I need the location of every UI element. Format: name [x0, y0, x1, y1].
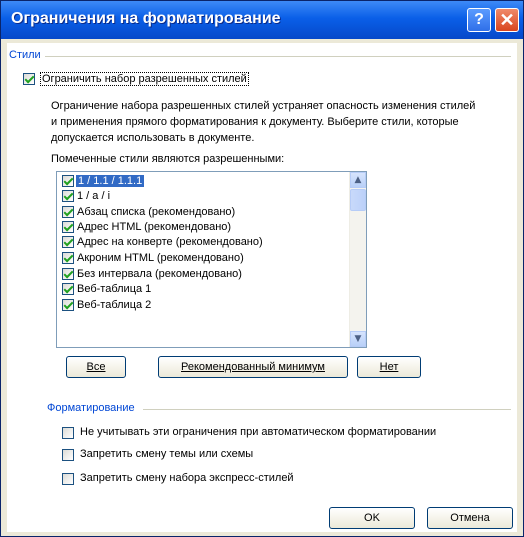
scroll-down-button[interactable]: ▼: [350, 331, 366, 347]
chevron-up-icon: ▲: [354, 175, 362, 185]
allowed-styles-label: Помеченные стили являются разрешенными:: [51, 153, 285, 165]
styles-group-divider: [45, 56, 511, 57]
cancel-button[interactable]: Отмена: [427, 507, 513, 529]
list-item[interactable]: Без интервала (рекомендовано): [60, 267, 350, 282]
block-quickstyles-label[interactable]: Запретить смену набора экспресс-стилей: [80, 472, 294, 484]
list-item-label: Адрес на конверте (рекомендовано): [77, 236, 263, 248]
list-item[interactable]: Акроним HTML (рекомендовано): [60, 251, 350, 266]
select-none-button[interactable]: Нет: [357, 356, 421, 378]
select-none-label: Нет: [379, 361, 399, 373]
list-item[interactable]: 1 / 1.1 / 1.1.1: [60, 174, 350, 189]
ignore-autoformat-checkbox[interactable]: [62, 427, 74, 439]
list-item-checkbox[interactable]: [62, 221, 74, 233]
list-item[interactable]: Веб-таблица 2: [60, 298, 350, 313]
restrict-description: Ограничение набора разрешенных стилей ус…: [51, 100, 476, 144]
block-theme-checkbox[interactable]: [62, 449, 74, 461]
scroll-thumb[interactable]: [350, 189, 366, 211]
help-button[interactable]: ?: [467, 8, 491, 32]
window-title: Ограничения на форматирование: [11, 10, 281, 27]
list-item-label: Веб-таблица 1: [77, 283, 152, 295]
list-item-checkbox[interactable]: [62, 206, 74, 218]
list-item-checkbox[interactable]: [62, 175, 74, 187]
list-item-label: 1 / a / i: [77, 190, 111, 202]
formatting-group-label: Форматирование: [47, 402, 135, 414]
block-quickstyles-checkbox[interactable]: [62, 473, 74, 485]
list-item-checkbox[interactable]: [62, 299, 74, 311]
list-item[interactable]: Абзац списка (рекомендовано): [60, 205, 350, 220]
close-button[interactable]: ✕: [495, 8, 519, 32]
restrict-styles-checkbox[interactable]: [23, 73, 35, 85]
dialog-content: Стили Ограничить набор разрешенных стиле…: [7, 43, 517, 532]
list-item-label: Без интервала (рекомендовано): [77, 268, 242, 280]
list-item-checkbox[interactable]: [62, 283, 74, 295]
select-all-button[interactable]: Все: [66, 356, 126, 378]
list-scrollbar[interactable]: ▲ ▼: [349, 172, 366, 347]
help-icon: ?: [474, 11, 484, 28]
list-item-label: Адрес HTML (рекомендовано): [77, 221, 232, 233]
styles-group-label: Стили: [9, 49, 41, 61]
select-all-label: Все: [86, 361, 106, 373]
list-item-checkbox[interactable]: [62, 252, 74, 264]
ignore-autoformat-label[interactable]: Не учитывать эти ограничения при автомат…: [80, 426, 436, 438]
list-item[interactable]: Адрес HTML (рекомендовано): [60, 220, 350, 235]
close-icon: ✕: [499, 9, 515, 30]
title-bar: Ограничения на форматирование ? ✕: [1, 1, 523, 39]
list-item-checkbox[interactable]: [62, 268, 74, 280]
chevron-down-icon: ▼: [354, 334, 362, 344]
restrict-styles-label[interactable]: Ограничить набор разрешенных стилей: [40, 72, 249, 86]
list-item[interactable]: 1 / a / i: [60, 189, 350, 204]
list-item-checkbox[interactable]: [62, 236, 74, 248]
block-theme-label[interactable]: Запретить смену темы или схемы: [80, 448, 253, 460]
list-item-label: Веб-таблица 2: [77, 299, 152, 311]
dialog-window: Ограничения на форматирование ? ✕ Стили …: [0, 0, 524, 537]
ok-button[interactable]: OK: [329, 507, 415, 529]
formatting-group-divider: [143, 409, 511, 410]
scroll-up-button[interactable]: ▲: [350, 172, 366, 188]
styles-listbox[interactable]: 1 / 1.1 / 1.1.1 1 / a / i Абзац списка (…: [56, 171, 367, 348]
list-item-label: Акроним HTML (рекомендовано): [77, 252, 244, 264]
list-item-label: 1 / 1.1 / 1.1.1: [76, 175, 145, 187]
recommended-minimum-button[interactable]: Рекомендованный минимум: [158, 356, 348, 378]
ok-label: OK: [364, 512, 380, 524]
list-item[interactable]: Адрес на конверте (рекомендовано): [60, 235, 350, 250]
list-item[interactable]: Веб-таблица 1: [60, 282, 350, 297]
list-item-label: Абзац списка (рекомендовано): [77, 206, 236, 218]
list-item-checkbox[interactable]: [62, 190, 74, 202]
recommended-minimum-label: Рекомендованный минимум: [181, 361, 325, 373]
cancel-label: Отмена: [450, 512, 490, 524]
